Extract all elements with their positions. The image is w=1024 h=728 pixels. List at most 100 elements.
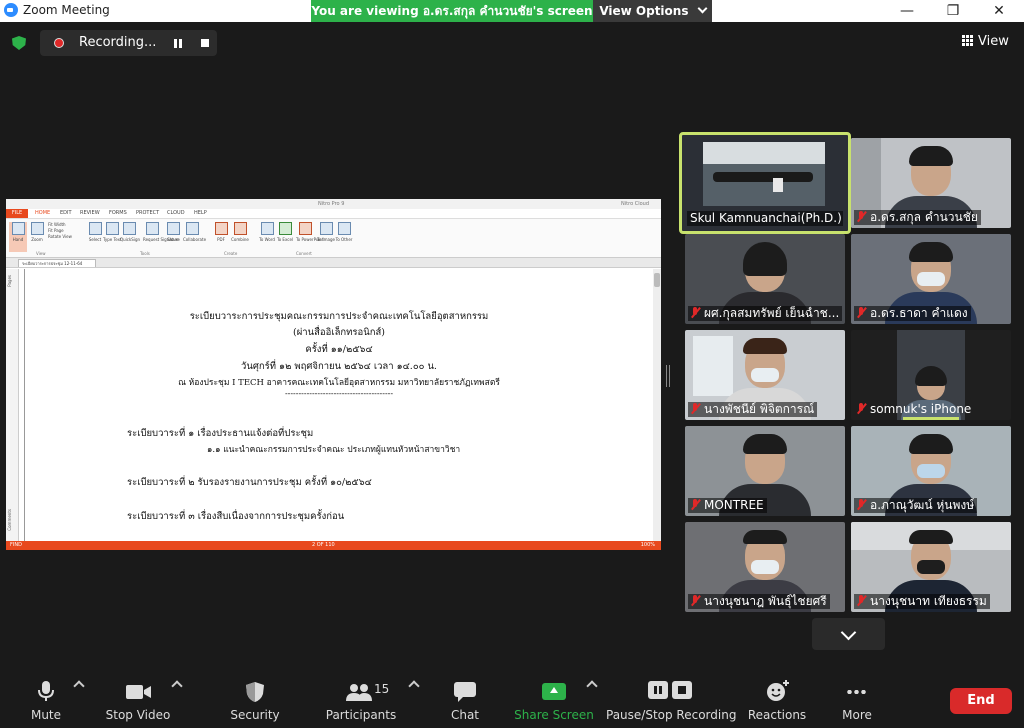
pages-panel-label: Pages — [7, 275, 12, 287]
view-label: View — [978, 34, 1009, 49]
video-tile[interactable]: อ.ดร.ธาดา คำแดง — [851, 234, 1011, 324]
recording-label: Recording... — [79, 35, 157, 50]
recording-dot-icon — [54, 38, 64, 48]
more-button[interactable]: More — [832, 664, 882, 728]
video-camera-icon — [126, 685, 151, 699]
video-tile[interactable]: อ.ดร.สกุล คำนวนชัย — [851, 138, 1011, 228]
participant-name: Skul Kamnuanchai(Ph.D.) — [687, 211, 843, 226]
muted-microphone-icon — [857, 211, 866, 222]
pdf-file-tab: FILE — [6, 209, 28, 218]
pdf-tab: REVIEW — [80, 210, 100, 216]
stop-recording-icon[interactable] — [201, 39, 209, 47]
participants-options-caret-icon[interactable] — [408, 680, 420, 692]
agenda-subitem: ๑.๑ แนะนำคณะกรรมการประจำคณะ ประเภทผู้แทน… — [207, 445, 461, 455]
video-tile[interactable]: นางนุชนาท เที่ยงธรรม — [851, 522, 1011, 612]
pdf-view-group: Fit Width Fit Page Rotate View — [48, 222, 72, 239]
pdf-ribbon-button: To Other — [335, 222, 353, 252]
close-button[interactable]: ✕ — [976, 0, 1022, 22]
video-tile[interactable]: นางนุชนาฎ พันธุ์ไชยศรี — [685, 522, 845, 612]
pdf-document-tab: ระเบียบวาระการประชุม 12-11-64 — [18, 259, 96, 267]
chat-label: Chat — [450, 708, 480, 722]
muted-microphone-icon — [857, 499, 866, 510]
pdf-scrollbar — [653, 269, 661, 541]
share-screen-button[interactable]: Share Screen — [514, 664, 594, 728]
pdf-tab: EDIT — [60, 210, 72, 216]
pdf-tab: HOME — [35, 210, 51, 216]
pause-recording-icon[interactable] — [174, 39, 182, 48]
participant-name: อ.ดร.ธาดา คำแดง — [854, 306, 971, 321]
pdf-ribbon-button: Request Signature — [143, 222, 180, 252]
participant-name: นางนุชนาฎ พันธุ์ไชยศรี — [688, 594, 830, 609]
participant-name: ผศ.กุลสมทรัพย์ เย็นฉ่ำช... — [688, 306, 843, 321]
doc-title-line: ครั้งที่ ๑๑/๒๕๖๔ — [305, 344, 373, 355]
pdf-tab: FORMS — [109, 210, 127, 216]
agenda-item: ระเบียบวาระที่ ๒ รับรองรายงานการประชุม ค… — [127, 477, 372, 488]
participant-name: นางนุชนาท เที่ยงธรรม — [854, 594, 990, 609]
participants-count: 15 — [374, 682, 390, 696]
pause-stop-recording-button[interactable]: Pause/Stop Recording — [606, 664, 736, 728]
chat-bubble-icon — [454, 682, 476, 702]
gallery-next-page-button[interactable] — [812, 618, 885, 650]
video-tile[interactable]: นางพัชนีย์ พิจิตการณ์ — [685, 330, 845, 420]
shared-screen: Nitro Pro 9 Nitro Cloud FILE HOME EDIT R… — [6, 199, 661, 550]
pdf-group-label: View — [36, 251, 46, 256]
participant-name: somnuk's iPhone — [854, 402, 974, 417]
video-tile[interactable]: อ.ภาณุวัฒน์ หุ่นพงษ์ — [851, 426, 1011, 516]
doc-title-line: วันศุกร์ที่ ๑๒ พฤศจิกายน ๒๕๖๔ เวลา ๑๔.๐๐… — [241, 361, 437, 372]
chat-button[interactable]: Chat — [440, 664, 490, 728]
muted-microphone-icon — [691, 595, 700, 606]
mute-label: Mute — [30, 708, 62, 722]
muted-microphone-icon — [691, 403, 700, 414]
chevron-down-icon — [697, 3, 708, 14]
pdf-ribbon-button: To Word — [258, 222, 276, 252]
pdf-tab: PROTECT — [136, 210, 160, 216]
minimize-button[interactable]: — — [884, 0, 930, 22]
shield-icon — [246, 682, 264, 702]
doc-divider: ---------------------------------------- — [284, 389, 394, 398]
share-screen-label: Share Screen — [514, 708, 594, 722]
maximize-button[interactable]: ❐ — [930, 0, 976, 22]
pdf-ribbon-button: To Image — [317, 222, 335, 252]
end-meeting-button[interactable]: End — [950, 688, 1012, 714]
participant-name: อ.ดร.สกุล คำนวนชัย — [854, 210, 981, 225]
pdf-ribbon-button: Select — [86, 222, 104, 252]
recording-indicator: Recording... — [40, 30, 217, 56]
stop-video-label: Stop Video — [105, 708, 171, 722]
pdf-tab: HELP — [194, 210, 207, 216]
view-options-label: View Options — [599, 4, 689, 18]
panel-splitter-handle[interactable] — [666, 365, 670, 387]
video-tile[interactable]: ผศ.กุลสมทรัพย์ เย็นฉ่ำช... — [685, 234, 845, 324]
comments-panel-label: Comments — [7, 509, 12, 531]
pdf-ribbon-button: Hand — [9, 222, 27, 252]
view-layout-button[interactable]: View — [962, 34, 1009, 52]
participants-icon — [346, 684, 372, 701]
stop-video-button[interactable]: Stop Video — [100, 664, 176, 728]
muted-microphone-icon — [857, 595, 866, 606]
security-button[interactable]: Security — [224, 664, 286, 728]
pdf-ribbon-button: To Excel — [276, 222, 294, 252]
video-tile[interactable]: MONTREE — [685, 426, 845, 516]
pdf-document-tabs: ระเบียบวาระการประชุม 12-11-64 — [6, 258, 661, 268]
share-screen-icon — [542, 683, 566, 700]
agenda-item: ระเบียบวาระที่ ๑ เรื่องประธานแจ้งต่อที่ป… — [127, 428, 314, 439]
speaking-indicator — [903, 417, 959, 420]
view-options-button[interactable]: View Options — [593, 0, 712, 22]
video-tile[interactable]: Skul Kamnuanchai(Ph.D.) — [679, 132, 851, 234]
doc-title-line: ระเบียบวาระการประชุมคณะกรรมการประจำคณะเท… — [189, 311, 489, 322]
muted-microphone-icon — [691, 307, 700, 318]
pdf-ribbon-button: Type Text — [103, 222, 122, 252]
doc-title-line: (ผ่านสื่ออิเล็กทรอนิกส์) — [293, 327, 385, 338]
viewing-screen-banner: You are viewing อ.ดร.สกุล คำนวนชัย's scr… — [311, 0, 593, 22]
mute-button[interactable]: Mute — [14, 664, 78, 728]
pdf-page-indicator: 2 OF 110 — [312, 542, 335, 548]
more-dots-icon — [846, 690, 868, 694]
pdf-side-rail: Pages Comments — [6, 269, 19, 541]
video-tile[interactable]: somnuk's iPhone — [851, 330, 1011, 420]
more-label: More — [842, 708, 872, 722]
pdf-page: ระเบียบวาระการประชุมคณะกรรมการประจำคณะเท… — [24, 269, 654, 541]
pdf-group-label: Convert — [296, 251, 312, 256]
participants-button[interactable]: 15 Participants — [322, 664, 400, 728]
reactions-button[interactable]: Reactions — [746, 664, 808, 728]
security-shield-icon[interactable] — [12, 36, 26, 50]
pdf-document-area: Pages Comments ระเบียบวาระการประชุมคณะกร… — [6, 269, 661, 541]
